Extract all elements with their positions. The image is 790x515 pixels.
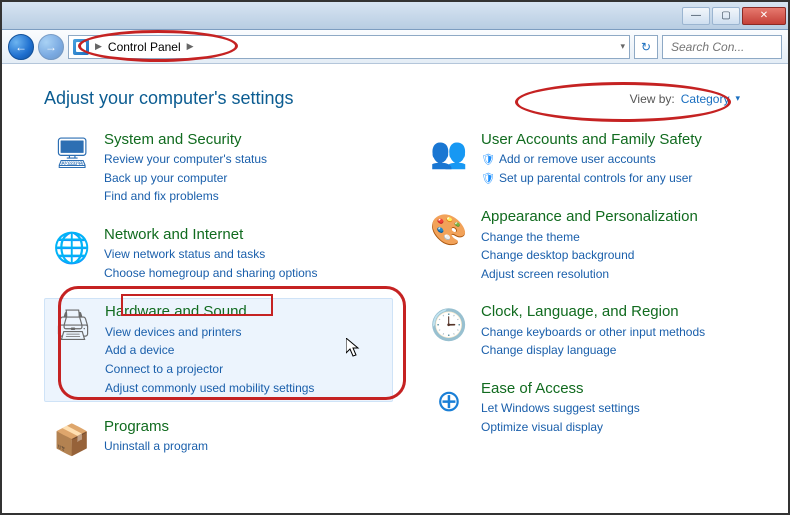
navigation-bar: ← → ▶ Control Panel ▶ ▾ ↻ [2,30,788,64]
forward-arrow-icon: → [45,40,57,54]
programs-icon: 📦 [50,418,94,462]
category-clock-region: 🕒 Clock, Language, and Region Change key… [421,299,770,363]
link-display-lang[interactable]: Change display language [481,341,705,360]
content-area: Adjust your computer's settings View by:… [2,64,788,513]
link-find-fix[interactable]: Find and fix problems [104,187,267,206]
link-programs[interactable]: Programs [104,418,208,435]
link-hardware-sound[interactable]: Hardware and Sound [105,303,314,320]
link-add-remove-accounts[interactable]: Add or remove user accounts [481,150,702,169]
refresh-button[interactable]: ↻ [634,35,658,59]
view-by[interactable]: View by: Category ▾ [630,92,770,106]
printer-icon: 🖨 [51,303,95,347]
search-box[interactable] [662,35,782,59]
link-clock-region[interactable]: Clock, Language, and Region [481,303,705,320]
users-icon: 👥 [427,131,471,175]
ease-of-access-icon: ⊕ [427,380,471,424]
breadcrumb-sep: ▶ [95,41,102,52]
link-add-device[interactable]: Add a device [105,341,314,360]
titlebar: — ▢ ✕ [2,2,788,30]
category-network-internet: 🌐 Network and Internet View network stat… [44,222,393,286]
address-dropdown-icon[interactable]: ▾ [620,41,625,52]
back-button[interactable]: ← [8,34,34,60]
category-appearance: 🎨 Appearance and Personalization Change … [421,204,770,287]
minimize-button[interactable]: — [682,7,710,25]
search-input[interactable] [669,39,775,55]
forward-button[interactable]: → [38,34,64,60]
right-column: 👥 User Accounts and Family Safety Add or… [421,127,770,478]
link-desktop-bg[interactable]: Change desktop background [481,246,698,265]
link-keyboards[interactable]: Change keyboards or other input methods [481,323,705,342]
breadcrumb-control-panel[interactable]: Control Panel [108,40,181,54]
link-parental-controls[interactable]: Set up parental controls for any user [481,169,702,188]
link-uninstall[interactable]: Uninstall a program [104,437,208,456]
close-button[interactable]: ✕ [742,7,786,25]
link-ease-of-access[interactable]: Ease of Access [481,380,640,397]
link-devices-printers[interactable]: View devices and printers [105,323,314,342]
link-homegroup[interactable]: Choose homegroup and sharing options [104,264,317,283]
link-appearance[interactable]: Appearance and Personalization [481,208,698,225]
link-user-accounts[interactable]: User Accounts and Family Safety [481,131,702,148]
link-backup[interactable]: Back up your computer [104,169,267,188]
clock-icon: 🕒 [427,303,471,347]
category-user-accounts: 👥 User Accounts and Family Safety Add or… [421,127,770,192]
link-suggest-settings[interactable]: Let Windows suggest settings [481,399,640,418]
control-panel-icon [73,39,89,55]
link-resolution[interactable]: Adjust screen resolution [481,265,698,284]
category-programs: 📦 Programs Uninstall a program [44,414,393,466]
page-title: Adjust your computer's settings [44,88,294,109]
network-icon: 🌐 [50,226,94,270]
link-theme[interactable]: Change the theme [481,228,698,247]
view-by-label: View by: [630,92,675,106]
address-bar[interactable]: ▶ Control Panel ▶ ▾ [68,35,630,59]
link-review-status[interactable]: Review your computer's status [104,150,267,169]
maximize-button[interactable]: ▢ [712,7,740,25]
refresh-icon: ↻ [641,40,651,54]
link-system-security[interactable]: System and Security [104,131,267,148]
breadcrumb-sep[interactable]: ▶ [187,41,194,52]
category-system-security: 🖥 System and Security Review your comput… [44,127,393,210]
category-ease-of-access: ⊕ Ease of Access Let Windows suggest set… [421,376,770,440]
link-network-status[interactable]: View network status and tasks [104,245,317,264]
left-column: 🖥 System and Security Review your comput… [44,127,393,478]
link-projector[interactable]: Connect to a projector [105,360,314,379]
category-hardware-sound: 🖨 Hardware and Sound View devices and pr… [44,298,393,402]
chevron-down-icon: ▾ [735,93,740,104]
appearance-icon: 🎨 [427,208,471,252]
system-security-icon: 🖥 [50,131,94,175]
view-by-value[interactable]: Category [681,92,730,106]
link-network-internet[interactable]: Network and Internet [104,226,317,243]
link-mobility[interactable]: Adjust commonly used mobility settings [105,379,314,398]
back-arrow-icon: ← [15,40,27,54]
link-optimize-visual[interactable]: Optimize visual display [481,418,640,437]
